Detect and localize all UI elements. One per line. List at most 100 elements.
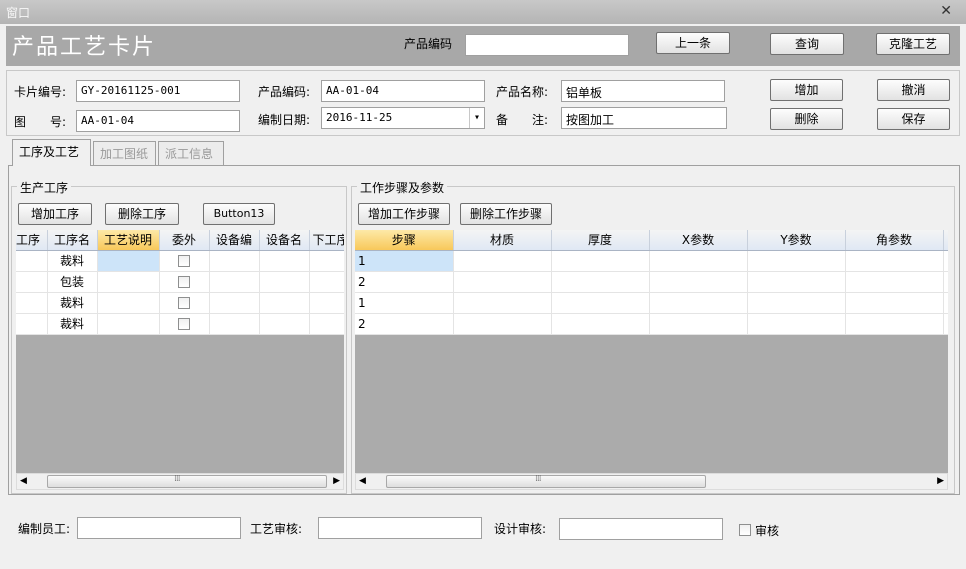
cell-equip-name[interactable] xyxy=(259,271,310,293)
approve-checkbox[interactable] xyxy=(739,524,751,536)
cell-name[interactable]: 裁料 xyxy=(47,313,98,335)
process-review-input[interactable] xyxy=(318,517,482,539)
col-header-desc[interactable]: 工艺说明 xyxy=(97,230,160,251)
cell-y[interactable] xyxy=(747,250,846,272)
table-row[interactable]: 1 xyxy=(355,292,948,314)
cell-outsourced[interactable] xyxy=(159,250,210,272)
outsourced-checkbox[interactable] xyxy=(178,318,190,330)
col-header-equip-name[interactable]: 设备名 xyxy=(259,230,310,251)
cell-outsourced[interactable] xyxy=(159,271,210,293)
table-row[interactable]: 包装 xyxy=(16,271,344,293)
scroll-left-icon[interactable]: ◀ xyxy=(359,476,366,486)
table-row[interactable]: 裁料 xyxy=(16,250,344,272)
clone-process-button[interactable]: 克隆工艺 xyxy=(876,33,950,55)
product-name-input[interactable]: 铝单板 xyxy=(561,80,725,102)
header-product-code-input[interactable] xyxy=(465,34,629,56)
cell-thickness[interactable] xyxy=(551,313,650,335)
cell-seq[interactable] xyxy=(16,250,48,272)
edit-date-picker[interactable]: 2016-11-25 ▾ xyxy=(321,107,485,129)
col-header-next[interactable]: 下工序 xyxy=(309,230,344,251)
scroll-thumb[interactable]: ⁞⁞⁞ xyxy=(47,474,327,488)
dropdown-arrow-icon[interactable]: ▾ xyxy=(469,108,484,128)
cell-next[interactable] xyxy=(309,271,344,293)
col-header-equip-code[interactable]: 设备编 xyxy=(209,230,260,251)
drawing-no-input[interactable]: AA-01-04 xyxy=(76,110,240,132)
cell-next[interactable] xyxy=(309,250,344,272)
cell-desc[interactable] xyxy=(97,271,160,293)
col-header-x-param[interactable]: X参数 xyxy=(649,230,748,251)
process-hscrollbar[interactable]: ◀ ⁞⁞⁞ ▶ xyxy=(16,473,344,490)
cell-y[interactable] xyxy=(747,313,846,335)
table-row[interactable]: 2 xyxy=(355,313,948,335)
product-code-input[interactable]: AA-01-04 xyxy=(321,80,485,102)
cell-material[interactable] xyxy=(453,292,552,314)
cancel-button[interactable]: 撤消 xyxy=(877,79,950,101)
cell-seq[interactable] xyxy=(16,313,48,335)
design-review-input[interactable] xyxy=(559,518,723,540)
cell-desc[interactable] xyxy=(97,313,160,335)
table-row[interactable]: 裁料 xyxy=(16,313,344,335)
cell-equip-code[interactable] xyxy=(209,250,260,272)
table-row[interactable]: 1 xyxy=(355,250,948,272)
cell-equip-code[interactable] xyxy=(209,292,260,314)
cell-y[interactable] xyxy=(747,292,846,314)
scroll-left-icon[interactable]: ◀ xyxy=(20,476,27,486)
table-row[interactable]: 裁料 xyxy=(16,292,344,314)
cell-step[interactable]: 1 xyxy=(355,292,454,314)
outsourced-checkbox[interactable] xyxy=(178,276,190,288)
cell-outsourced[interactable] xyxy=(159,292,210,314)
cell-next[interactable] xyxy=(309,313,344,335)
scroll-thumb[interactable]: ⁞⁞⁞ xyxy=(386,474,706,488)
outsourced-checkbox[interactable] xyxy=(178,297,190,309)
col-header-angle-param[interactable]: 角参数 xyxy=(845,230,944,251)
cell-desc[interactable] xyxy=(97,292,160,314)
cell-angle[interactable] xyxy=(845,250,944,272)
cell-step[interactable]: 2 xyxy=(355,271,454,293)
cell-step[interactable]: 2 xyxy=(355,313,454,335)
cell-x[interactable] xyxy=(649,292,748,314)
cell-x[interactable] xyxy=(649,250,748,272)
cell-equip-name[interactable] xyxy=(259,250,310,272)
cell-angle[interactable] xyxy=(845,313,944,335)
add-process-button[interactable]: 增加工序 xyxy=(18,203,92,225)
col-header-material[interactable]: 材质 xyxy=(453,230,552,251)
tab-dispatch[interactable]: 派工信息 xyxy=(158,141,224,165)
outsourced-checkbox[interactable] xyxy=(178,255,190,267)
cell-y[interactable] xyxy=(747,271,846,293)
cell-thickness[interactable] xyxy=(551,250,650,272)
cell-x[interactable] xyxy=(649,271,748,293)
cell-equip-code[interactable] xyxy=(209,313,260,335)
button13[interactable]: Button13 xyxy=(203,203,275,225)
remark-input[interactable]: 按图加工 xyxy=(561,107,727,129)
cell-seq[interactable] xyxy=(16,292,48,314)
col-header-step[interactable]: 步骤 xyxy=(355,230,454,251)
cell-desc[interactable] xyxy=(97,250,160,272)
cell-name[interactable]: 包装 xyxy=(47,271,98,293)
delete-step-button[interactable]: 删除工作步骤 xyxy=(460,203,552,225)
add-step-button[interactable]: 增加工作步骤 xyxy=(358,203,450,225)
table-row[interactable]: 2 xyxy=(355,271,948,293)
query-button[interactable]: 查询 xyxy=(770,33,844,55)
cell-name[interactable]: 裁料 xyxy=(47,250,98,272)
prev-record-button[interactable]: 上一条 xyxy=(656,32,730,54)
cell-outsourced[interactable] xyxy=(159,313,210,335)
close-icon[interactable]: ✕ xyxy=(940,3,952,19)
editor-input[interactable] xyxy=(77,517,241,539)
cell-x[interactable] xyxy=(649,313,748,335)
cell-seq[interactable] xyxy=(16,271,48,293)
cell-equip-name[interactable] xyxy=(259,292,310,314)
scroll-right-icon[interactable]: ▶ xyxy=(937,476,944,486)
col-header-thickness[interactable]: 厚度 xyxy=(551,230,650,251)
cell-name[interactable]: 裁料 xyxy=(47,292,98,314)
cell-material[interactable] xyxy=(453,313,552,335)
add-button[interactable]: 增加 xyxy=(770,79,843,101)
cell-step[interactable]: 1 xyxy=(355,250,454,272)
col-header-name[interactable]: 工序名 xyxy=(47,230,98,251)
card-no-input[interactable]: GY-20161125-001 xyxy=(76,80,240,102)
cell-equip-code[interactable] xyxy=(209,271,260,293)
cell-thickness[interactable] xyxy=(551,271,650,293)
scroll-right-icon[interactable]: ▶ xyxy=(333,476,340,486)
delete-process-button[interactable]: 删除工序 xyxy=(105,203,179,225)
steps-hscrollbar[interactable]: ◀ ⁞⁞⁞ ▶ xyxy=(355,473,948,490)
col-header-outsourced[interactable]: 委外 xyxy=(159,230,210,251)
